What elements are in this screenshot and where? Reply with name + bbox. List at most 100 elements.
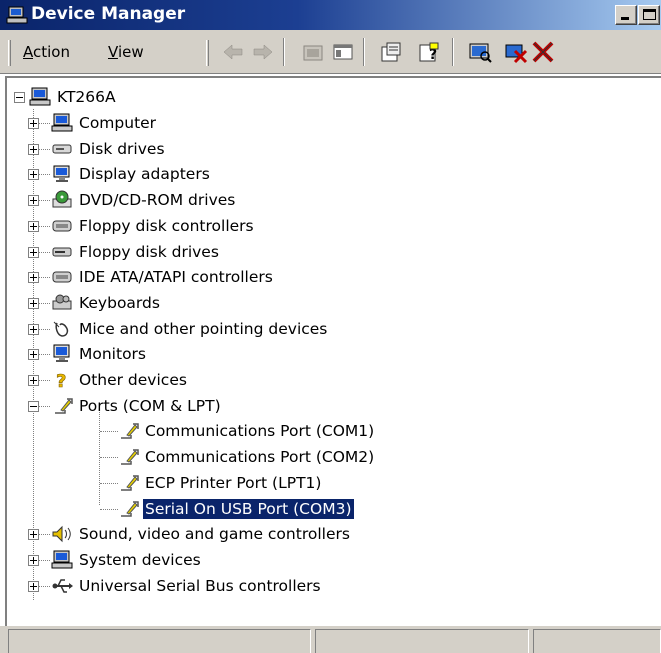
category-label: System devices xyxy=(79,550,201,569)
expand-toggle[interactable] xyxy=(28,246,39,258)
disable-device-icon[interactable] xyxy=(503,39,529,65)
toolbar-grip[interactable] xyxy=(8,40,11,66)
keyboard-icon xyxy=(52,294,72,310)
collapse-toggle[interactable] xyxy=(28,400,39,412)
tree-category[interactable]: IDE ATA/ATAPI controllers xyxy=(7,265,275,289)
expand-toggle[interactable] xyxy=(28,323,39,335)
port-connector-icon xyxy=(121,449,139,465)
scan-hardware-icon[interactable] xyxy=(467,39,493,65)
properties-icon[interactable] xyxy=(378,39,404,65)
usb-icon xyxy=(52,578,73,593)
tree-device[interactable]: Communications Port (COM2) xyxy=(7,445,376,469)
title-bar[interactable]: Device Manager xyxy=(0,0,661,30)
display-adapter-icon xyxy=(53,165,70,183)
status-pane-2 xyxy=(315,629,529,653)
tree-category[interactable]: Computer xyxy=(7,111,158,135)
speaker-icon xyxy=(52,525,71,543)
up-folder-icon[interactable] xyxy=(300,39,326,65)
expand-toggle[interactable] xyxy=(28,118,39,129)
show-hide-tree-icon[interactable] xyxy=(330,39,356,65)
expand-toggle[interactable] xyxy=(28,375,39,386)
tree-device[interactable]: Communications Port (COM1) xyxy=(7,419,376,443)
category-label: Keyboards xyxy=(79,293,160,312)
menu-view[interactable]: View xyxy=(108,43,144,61)
minimize-icon xyxy=(621,17,629,20)
floppy-drive-icon xyxy=(52,247,72,256)
tree-category[interactable]: Universal Serial Bus controllers xyxy=(7,574,323,598)
minimize-button[interactable] xyxy=(615,5,637,25)
device-label: Communications Port (COM1) xyxy=(145,422,375,441)
tree-category[interactable]: ? Other devices xyxy=(7,368,189,392)
menu-action-accel: A xyxy=(23,43,33,61)
category-label: Mice and other pointing devices xyxy=(79,319,328,338)
device-manager-icon xyxy=(6,6,28,24)
device-label: Communications Port (COM2) xyxy=(145,448,375,467)
expand-toggle[interactable] xyxy=(28,349,39,361)
window-title: Device Manager xyxy=(31,4,186,24)
tree-category[interactable]: Display adapters xyxy=(7,162,212,186)
tree-root[interactable]: KT266A xyxy=(7,85,118,109)
toolbar-separator xyxy=(452,38,454,66)
tree-category[interactable]: System devices xyxy=(7,548,203,572)
expand-toggle[interactable] xyxy=(28,554,39,566)
expand-toggle[interactable] xyxy=(28,220,39,232)
category-label: Floppy disk drives xyxy=(79,242,219,261)
mouse-icon xyxy=(53,321,69,337)
help-icon[interactable]: ? xyxy=(416,39,442,65)
port-connector-icon xyxy=(121,423,139,440)
tree-category[interactable]: Floppy disk drives xyxy=(7,240,221,264)
expand-toggle[interactable] xyxy=(28,529,39,541)
toolbar-separator xyxy=(363,38,365,66)
maximize-icon xyxy=(643,9,656,20)
root-label: KT266A xyxy=(57,88,116,106)
port-connector-icon xyxy=(121,475,139,491)
tree-device[interactable]: ECP Printer Port (LPT1) xyxy=(7,471,323,495)
expand-toggle[interactable] xyxy=(28,272,39,284)
expand-toggle[interactable] xyxy=(28,169,39,181)
device-tree[interactable]: KT266A Computer Disk drives Display adapte… xyxy=(5,76,661,626)
tree-line xyxy=(100,431,118,433)
expand-toggle[interactable] xyxy=(28,580,39,592)
maximize-button[interactable] xyxy=(638,5,660,25)
menu-action-label: ction xyxy=(33,43,70,61)
menu-action[interactable]: Action xyxy=(23,43,70,61)
computer-icon xyxy=(51,113,73,132)
toolbar-grip[interactable] xyxy=(206,40,209,66)
tree-category[interactable]: Floppy disk controllers xyxy=(7,214,256,238)
monitor-icon xyxy=(53,344,70,363)
category-label: IDE ATA/ATAPI controllers xyxy=(79,268,273,287)
tree-category[interactable]: Ports (COM & LPT) xyxy=(7,394,223,418)
computer-icon xyxy=(51,550,73,569)
device-label: ECP Printer Port (LPT1) xyxy=(145,473,322,492)
tree-device[interactable]: Serial On USB Port (COM3) xyxy=(7,497,355,521)
uninstall-device-icon[interactable] xyxy=(530,39,556,65)
category-label: Other devices xyxy=(79,371,187,389)
question-mark-icon: ? xyxy=(56,371,67,390)
back-arrow-icon[interactable] xyxy=(220,39,246,65)
controller-icon xyxy=(52,220,72,232)
category-label: Sound, video and game controllers xyxy=(79,525,350,544)
category-label: Floppy disk controllers xyxy=(79,216,254,235)
tree-category[interactable]: Monitors xyxy=(7,342,148,366)
collapse-toggle[interactable] xyxy=(14,92,25,103)
port-connector-icon xyxy=(121,500,139,517)
tree-category[interactable]: Keyboards xyxy=(7,291,162,315)
tree-category[interactable]: Disk drives xyxy=(7,137,167,161)
category-label: Disk drives xyxy=(79,139,165,158)
port-connector-icon xyxy=(55,397,73,414)
tree-category[interactable]: DVD/CD-ROM drives xyxy=(7,188,237,212)
expand-toggle[interactable] xyxy=(28,195,39,207)
expand-toggle[interactable] xyxy=(28,143,39,155)
controller-icon xyxy=(52,271,72,283)
status-pane-1 xyxy=(8,629,311,653)
expand-toggle[interactable] xyxy=(28,297,39,309)
toolbar-separator xyxy=(283,38,285,66)
category-label: Display adapters xyxy=(79,165,210,184)
forward-arrow-icon[interactable] xyxy=(250,39,276,65)
category-label: Monitors xyxy=(79,345,146,364)
menu-view-accel: V xyxy=(108,43,118,61)
cd-drive-icon xyxy=(52,190,72,208)
category-label: Universal Serial Bus controllers xyxy=(79,576,321,595)
tree-category[interactable]: Mice and other pointing devices xyxy=(7,317,329,341)
tree-category[interactable]: Sound, video and game controllers xyxy=(7,522,352,546)
